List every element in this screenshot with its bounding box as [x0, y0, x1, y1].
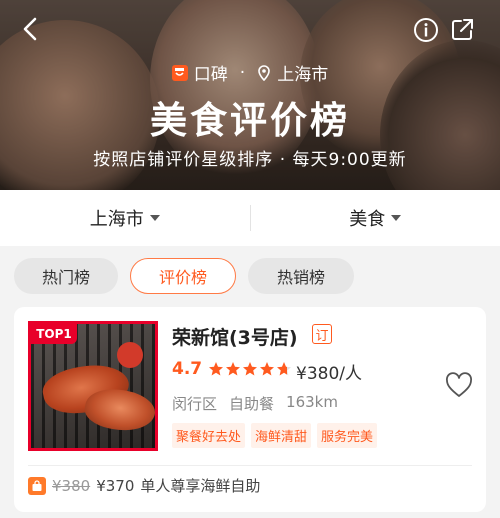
caret-down-icon	[149, 215, 160, 221]
city-filter-dropdown[interactable]: 上海市	[0, 205, 250, 231]
heart-icon[interactable]	[444, 371, 474, 399]
page-subtitle: 按照店铺评价星级排序 · 每天9:00更新	[93, 150, 407, 170]
filter-bar: 上海市 美食	[0, 190, 500, 246]
shop-district: 闵行区	[172, 395, 218, 413]
shop-tag: 聚餐好去处	[172, 423, 246, 448]
shop-card[interactable]: TOP1 荣新馆(3号店) 订 4.7 ¥380/人 闵行区 自助餐 163km…	[14, 307, 486, 512]
rank-badge: TOP1	[31, 324, 77, 344]
category-filter-dropdown[interactable]: 美食	[251, 205, 500, 231]
deal-original-price: ¥380	[52, 476, 91, 495]
info-icon[interactable]	[412, 16, 440, 44]
shop-photo[interactable]: TOP1	[28, 321, 158, 451]
shop-distance: 163km	[286, 393, 338, 411]
star-rating	[208, 361, 292, 377]
shop-tags: 聚餐好去处 海鲜清甜 服务完美	[172, 423, 378, 448]
rating-row: 4.7	[172, 359, 292, 379]
brand-separator: ·	[239, 62, 246, 83]
deal-description: 单人尊享海鲜自助	[140, 477, 261, 495]
star-icon	[260, 362, 275, 376]
deal-price: ¥370	[96, 476, 135, 495]
shop-meta: 闵行区 自助餐 163km	[172, 393, 338, 414]
star-icon	[243, 362, 258, 376]
chevron-left-icon[interactable]	[16, 14, 46, 44]
rating-score: 4.7	[172, 359, 203, 379]
star-icon	[226, 362, 241, 376]
tab-best-selling[interactable]: 热销榜	[248, 258, 354, 294]
tab-hot[interactable]: 热门榜	[14, 258, 118, 294]
header-city: 上海市	[277, 65, 329, 85]
deal-row[interactable]: ¥380 ¥370 单人尊享海鲜自助	[28, 475, 260, 496]
star-icon	[277, 362, 292, 376]
koubei-logo-icon	[171, 64, 188, 81]
tab-rating[interactable]: 评价榜	[130, 258, 236, 294]
hero-banner: 口碑 · 上海市 美食评价榜 按照店铺评价星级排序 · 每天9:00更新	[0, 0, 500, 190]
shop-name[interactable]: 荣新馆(3号店)	[172, 323, 298, 350]
star-icon	[209, 362, 224, 376]
category-filter-label: 美食	[349, 209, 386, 230]
ranking-tabs: 热门榜 评价榜 热销榜	[0, 258, 500, 294]
price-per-person: ¥380/人	[296, 364, 362, 384]
shop-category: 自助餐	[229, 395, 275, 413]
brand-location-line: 口碑 · 上海市	[0, 60, 500, 85]
brand-name: 口碑	[193, 65, 228, 85]
shopping-bag-icon	[28, 476, 46, 495]
share-icon[interactable]	[448, 16, 476, 44]
page-title: 美食评价榜	[150, 99, 350, 142]
location-pin-icon	[258, 64, 271, 81]
sauce-dish-image	[117, 342, 143, 368]
caret-down-icon	[391, 215, 402, 221]
city-filter-label: 上海市	[89, 209, 144, 230]
shop-tag: 服务完美	[317, 423, 378, 448]
booking-badge: 订	[312, 324, 332, 344]
shop-tag: 海鲜清甜	[251, 423, 312, 448]
card-divider	[28, 465, 472, 466]
